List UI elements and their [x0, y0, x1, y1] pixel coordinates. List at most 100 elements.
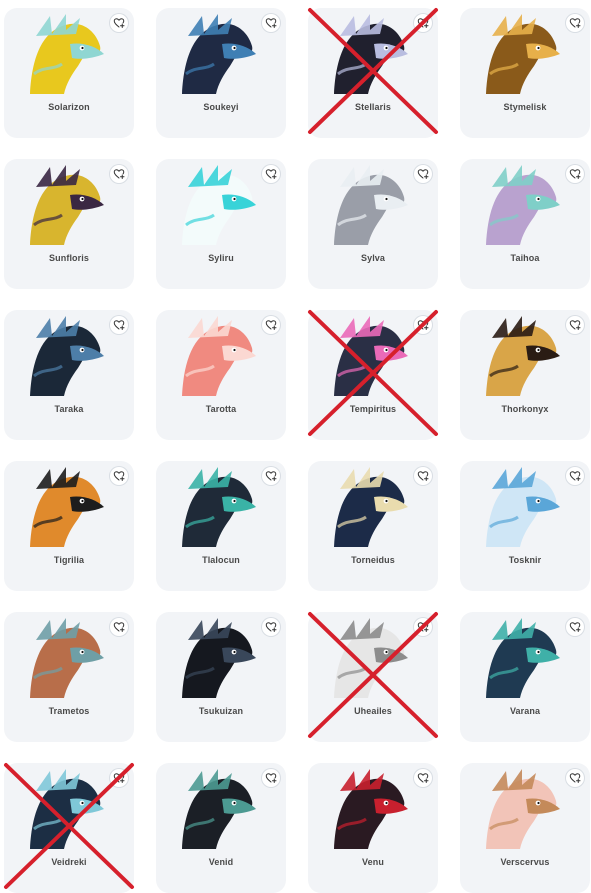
- favorite-button[interactable]: [262, 316, 280, 334]
- favorite-button[interactable]: [566, 467, 584, 485]
- dragon-portrait: [482, 14, 562, 96]
- dragon-portrait: [26, 618, 106, 700]
- heart-plus-icon: [417, 168, 429, 180]
- dragon-name: Torneidus: [351, 555, 395, 565]
- heart-plus-icon: [265, 470, 277, 482]
- dragon-name: Venid: [208, 857, 234, 867]
- dragon-portrait: [482, 165, 562, 247]
- dragon-name: Tsukuizan: [198, 706, 244, 716]
- dragon-card[interactable]: Venid: [156, 763, 286, 893]
- dragon-card[interactable]: Taraka: [4, 310, 134, 440]
- dragon-card[interactable]: Tsukuizan: [156, 612, 286, 742]
- favorite-button[interactable]: [110, 14, 128, 32]
- favorite-button[interactable]: [110, 165, 128, 183]
- favorite-button[interactable]: [110, 769, 128, 787]
- dragon-portrait: [482, 618, 562, 700]
- heart-plus-icon: [417, 17, 429, 29]
- dragon-name: Sunfloris: [49, 253, 89, 263]
- dragon-name: Syliru: [208, 253, 234, 263]
- heart-plus-icon: [569, 319, 581, 331]
- favorite-button[interactable]: [566, 14, 584, 32]
- dragon-name: Veidreki: [51, 857, 87, 867]
- favorite-button[interactable]: [566, 316, 584, 334]
- dragon-card[interactable]: Varana: [460, 612, 590, 742]
- dragon-card[interactable]: Syliru: [156, 159, 286, 289]
- heart-plus-icon: [265, 17, 277, 29]
- dragon-portrait: [26, 467, 106, 549]
- dragon-card[interactable]: Taihoa: [460, 159, 590, 289]
- heart-plus-icon: [113, 319, 125, 331]
- dragon-card[interactable]: Verscervus: [460, 763, 590, 893]
- dragon-card[interactable]: Torneidus: [308, 461, 438, 591]
- dragon-card[interactable]: Sylva: [308, 159, 438, 289]
- dragon-card[interactable]: Stellaris: [308, 8, 438, 138]
- dragon-portrait: [178, 769, 258, 851]
- dragon-portrait: [330, 618, 410, 700]
- dragon-name: Venu: [362, 857, 384, 867]
- dragon-card[interactable]: Trametos: [4, 612, 134, 742]
- favorite-button[interactable]: [414, 769, 432, 787]
- heart-plus-icon: [265, 319, 277, 331]
- favorite-button[interactable]: [566, 165, 584, 183]
- dragon-card[interactable]: Tempiritus: [308, 310, 438, 440]
- dragon-card[interactable]: Stymelisk: [460, 8, 590, 138]
- favorite-button[interactable]: [414, 467, 432, 485]
- favorite-button[interactable]: [262, 14, 280, 32]
- favorite-button[interactable]: [262, 769, 280, 787]
- dragon-portrait: [178, 316, 258, 398]
- favorite-button[interactable]: [414, 316, 432, 334]
- dragon-name: Varana: [509, 706, 541, 716]
- dragon-card[interactable]: Venu: [308, 763, 438, 893]
- favorite-button[interactable]: [414, 165, 432, 183]
- dragon-portrait: [482, 769, 562, 851]
- dragon-name: Taraka: [54, 404, 84, 414]
- favorite-button[interactable]: [566, 618, 584, 636]
- dragon-name: Thorkonyx: [501, 404, 549, 414]
- dragon-card[interactable]: Tarotta: [156, 310, 286, 440]
- dragon-name: Tosknir: [508, 555, 542, 565]
- favorite-button[interactable]: [110, 316, 128, 334]
- dragon-card[interactable]: Uheailes: [308, 612, 438, 742]
- heart-plus-icon: [265, 621, 277, 633]
- favorite-button[interactable]: [110, 618, 128, 636]
- dragon-portrait: [482, 316, 562, 398]
- dragon-name: Solarizon: [48, 102, 90, 112]
- heart-plus-icon: [113, 621, 125, 633]
- heart-plus-icon: [113, 168, 125, 180]
- heart-plus-icon: [265, 168, 277, 180]
- heart-plus-icon: [569, 168, 581, 180]
- dragon-card[interactable]: Tosknir: [460, 461, 590, 591]
- dragon-portrait: [26, 165, 106, 247]
- dragon-name: Sylva: [360, 253, 386, 263]
- dragon-card[interactable]: Tlalocun: [156, 461, 286, 591]
- dragon-portrait: [330, 467, 410, 549]
- dragon-name: Uheailes: [354, 706, 392, 716]
- favorite-button[interactable]: [262, 467, 280, 485]
- dragon-card[interactable]: Veidreki: [4, 763, 134, 893]
- heart-plus-icon: [569, 17, 581, 29]
- dragon-portrait: [26, 316, 106, 398]
- dragon-name: Tlalocun: [202, 555, 240, 565]
- dragon-card[interactable]: Soukeyi: [156, 8, 286, 138]
- favorite-button[interactable]: [110, 467, 128, 485]
- dragon-name: Verscervus: [500, 857, 550, 867]
- dragon-card[interactable]: Thorkonyx: [460, 310, 590, 440]
- dragon-card[interactable]: Sunfloris: [4, 159, 134, 289]
- favorite-button[interactable]: [566, 769, 584, 787]
- dragon-name: Taihoa: [510, 253, 540, 263]
- dragon-portrait: [330, 14, 410, 96]
- favorite-button[interactable]: [262, 618, 280, 636]
- dragon-card[interactable]: Solarizon: [4, 8, 134, 138]
- heart-plus-icon: [417, 621, 429, 633]
- favorite-button[interactable]: [262, 165, 280, 183]
- dragon-portrait: [178, 467, 258, 549]
- dragon-card[interactable]: Tigrilia: [4, 461, 134, 591]
- favorite-button[interactable]: [414, 618, 432, 636]
- dragon-name: Tigrilia: [53, 555, 85, 565]
- heart-plus-icon: [265, 772, 277, 784]
- dragon-portrait: [178, 14, 258, 96]
- heart-plus-icon: [113, 470, 125, 482]
- dragon-name: Tarotta: [205, 404, 237, 414]
- favorite-button[interactable]: [414, 14, 432, 32]
- dragon-card-grid: Solarizon Soukeyi Stellaris Stymelisk Sunflo…: [0, 0, 591, 893]
